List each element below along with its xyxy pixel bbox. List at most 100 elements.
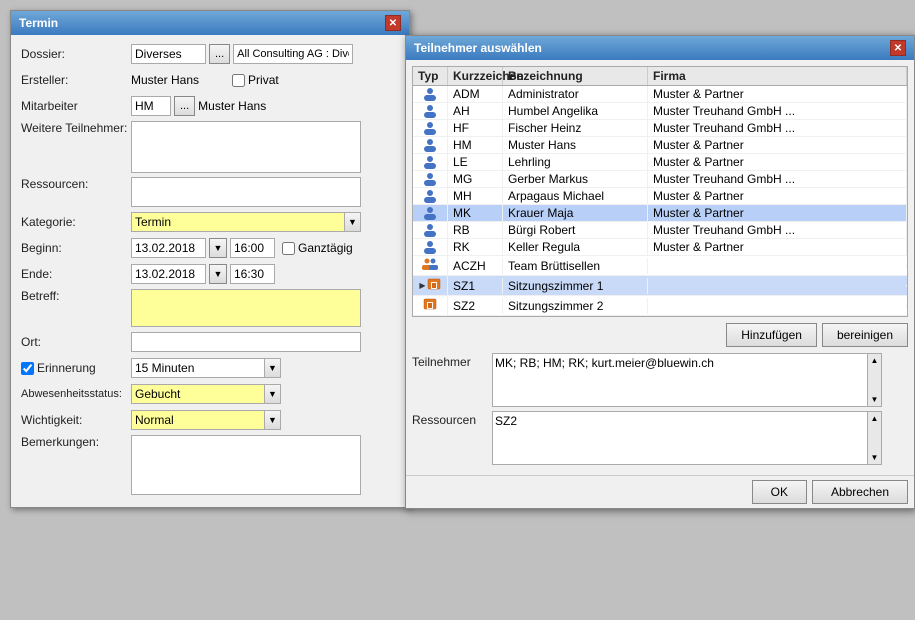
- teilnehmer-scrollbar: ▲ ▼: [867, 354, 881, 406]
- ganztaegig-checkbox[interactable]: [282, 242, 295, 255]
- ende-time-field[interactable]: [230, 264, 275, 284]
- dossier-field[interactable]: [131, 44, 206, 64]
- erinnerung-dropdown-arrow[interactable]: ▼: [264, 359, 280, 377]
- main-window-close-button[interactable]: ✕: [385, 15, 401, 31]
- table-row[interactable]: HM Muster Hans Muster & Partner: [413, 137, 907, 154]
- beginn-row: Beginn: ▼ Ganztägig: [21, 237, 399, 259]
- wichtigkeit-value: Normal: [132, 413, 264, 427]
- erinnerung-value: 15 Minuten: [132, 361, 264, 375]
- table-row[interactable]: MG Gerber Markus Muster Treuhand GmbH ..…: [413, 171, 907, 188]
- wichtigkeit-dropdown-arrow[interactable]: ▼: [264, 411, 280, 429]
- table-rows-container: ADM Administrator Muster & Partner AH Hu…: [413, 86, 907, 316]
- cell-bez: Arpagaus Michael: [503, 188, 648, 204]
- person-icon: [423, 87, 437, 101]
- teilnehmer-textarea[interactable]: [493, 354, 867, 406]
- weitere-textarea[interactable]: [131, 121, 361, 173]
- cell-typ: [413, 103, 448, 119]
- table-row[interactable]: HF Fischer Heinz Muster Treuhand GmbH ..…: [413, 120, 907, 137]
- ressourcen-dialog-label: Ressourcen: [412, 411, 492, 427]
- betreff-textarea[interactable]: [131, 289, 361, 327]
- cell-bez: Sitzungszimmer 2: [503, 298, 648, 314]
- privat-checkbox[interactable]: [232, 74, 245, 87]
- dialog-window: Teilnehmer auswählen ✕ Typ Kurzzeichen B…: [405, 35, 915, 509]
- cell-bez: Team Brüttisellen: [503, 258, 648, 274]
- ok-row: OK Abbrechen: [406, 475, 914, 508]
- cell-kz: MK: [448, 205, 503, 221]
- person-icon: [423, 206, 437, 220]
- cell-bez: Fischer Heinz: [503, 120, 648, 136]
- bemerkungen-textarea[interactable]: [131, 435, 361, 495]
- scroll-down-icon[interactable]: ▼: [869, 393, 881, 406]
- ersteller-row: Ersteller: Muster Hans Privat: [21, 69, 399, 91]
- ende-date-field[interactable]: [131, 264, 206, 284]
- ort-row: Ort:: [21, 331, 399, 353]
- ganztaegig-wrap: Ganztägig: [282, 241, 353, 255]
- table-row[interactable]: ADM Administrator Muster & Partner: [413, 86, 907, 103]
- table-row[interactable]: RB Bürgi Robert Muster Treuhand GmbH ...: [413, 222, 907, 239]
- ok-button[interactable]: OK: [752, 480, 807, 504]
- cell-kz: ACZH: [448, 258, 503, 274]
- table-row[interactable]: RK Keller Regula Muster & Partner: [413, 239, 907, 256]
- abbrechen-button[interactable]: Abbrechen: [812, 480, 908, 504]
- cell-firma: Muster & Partner: [648, 205, 907, 221]
- hinzufuegen-button[interactable]: Hinzufügen: [726, 323, 817, 347]
- ressourcen-scroll-up-icon[interactable]: ▲: [869, 412, 881, 425]
- mitarbeiter-field[interactable]: [131, 96, 171, 116]
- ressourcen-main-textarea[interactable]: [131, 177, 361, 207]
- abwesenheit-dropdown-arrow[interactable]: ▼: [264, 385, 280, 403]
- cell-typ: [413, 256, 448, 275]
- room-icon: [427, 277, 441, 294]
- table-row[interactable]: LE Lehrling Muster & Partner: [413, 154, 907, 171]
- cell-firma: [648, 285, 907, 287]
- cell-firma: Muster Treuhand GmbH ...: [648, 171, 907, 187]
- mitarbeiter-browse-button[interactable]: ...: [174, 96, 195, 116]
- privat-wrap: Privat: [232, 73, 279, 87]
- table-row[interactable]: ACZH Team Brüttisellen: [413, 256, 907, 276]
- cell-kz: RK: [448, 239, 503, 255]
- beginn-time-field[interactable]: [230, 238, 275, 258]
- person-icon: [423, 138, 437, 152]
- cell-firma: Muster Treuhand GmbH ...: [648, 103, 907, 119]
- erinnerung-checkbox[interactable]: [21, 362, 34, 375]
- table-row[interactable]: MK Krauer Maja Muster & Partner: [413, 205, 907, 222]
- col-kz: Kurzzeichen: [448, 67, 503, 85]
- table-row[interactable]: MH Arpagaus Michael Muster & Partner: [413, 188, 907, 205]
- table-row[interactable]: ▶ SZ1 Sitzungszimmer 1: [413, 276, 907, 296]
- betreff-row: Betreff:: [21, 289, 399, 327]
- dossier-label: Dossier:: [21, 47, 131, 61]
- dialog-title: Teilnehmer auswählen: [414, 41, 542, 55]
- betreff-label: Betreff:: [21, 289, 131, 303]
- dialog-body: Typ Kurzzeichen Bezeichnung Firma ADM Ad…: [406, 60, 914, 475]
- ressourcen-dialog-textarea[interactable]: [493, 412, 867, 464]
- kategorie-dropdown-arrow[interactable]: ▼: [344, 213, 360, 231]
- beginn-calendar-button[interactable]: ▼: [209, 238, 227, 258]
- bereinigen-button[interactable]: bereinigen: [822, 323, 908, 347]
- wichtigkeit-combo[interactable]: Normal ▼: [131, 410, 281, 430]
- cell-firma: Muster & Partner: [648, 154, 907, 170]
- scroll-up-icon[interactable]: ▲: [869, 354, 881, 367]
- dialog-close-button[interactable]: ✕: [890, 40, 906, 56]
- ort-field[interactable]: [131, 332, 361, 352]
- dossier-controls: ...: [131, 44, 399, 64]
- bemerkungen-row: Bemerkungen:: [21, 435, 399, 495]
- cell-kz: ADM: [448, 86, 503, 102]
- beginn-date-field[interactable]: [131, 238, 206, 258]
- ende-calendar-button[interactable]: ▼: [209, 264, 227, 284]
- dialog-btn-row: Hinzufügen bereinigen: [412, 323, 908, 347]
- wichtigkeit-controls: Normal ▼: [131, 410, 399, 430]
- erinnerung-combo[interactable]: 15 Minuten ▼: [131, 358, 281, 378]
- abwesenheit-combo[interactable]: Gebucht ▼: [131, 384, 281, 404]
- cell-typ: [413, 86, 448, 102]
- dossier-browse-button[interactable]: ...: [209, 44, 230, 64]
- table-row[interactable]: AH Humbel Angelika Muster Treuhand GmbH …: [413, 103, 907, 120]
- cell-typ: [413, 137, 448, 153]
- table-row[interactable]: SZ2 Sitzungszimmer 2: [413, 296, 907, 316]
- dossier-right-field[interactable]: [233, 44, 353, 64]
- teilnehmer-section: Teilnehmer ▲ ▼: [412, 353, 908, 407]
- ressourcen-main-label: Ressourcen:: [21, 177, 131, 191]
- ressourcen-scroll-down-icon[interactable]: ▼: [869, 451, 881, 464]
- kategorie-combo[interactable]: Termin ▼: [131, 212, 361, 232]
- cell-kz: SZ1: [448, 278, 503, 294]
- cell-firma: Muster & Partner: [648, 137, 907, 153]
- beginn-label: Beginn:: [21, 241, 131, 255]
